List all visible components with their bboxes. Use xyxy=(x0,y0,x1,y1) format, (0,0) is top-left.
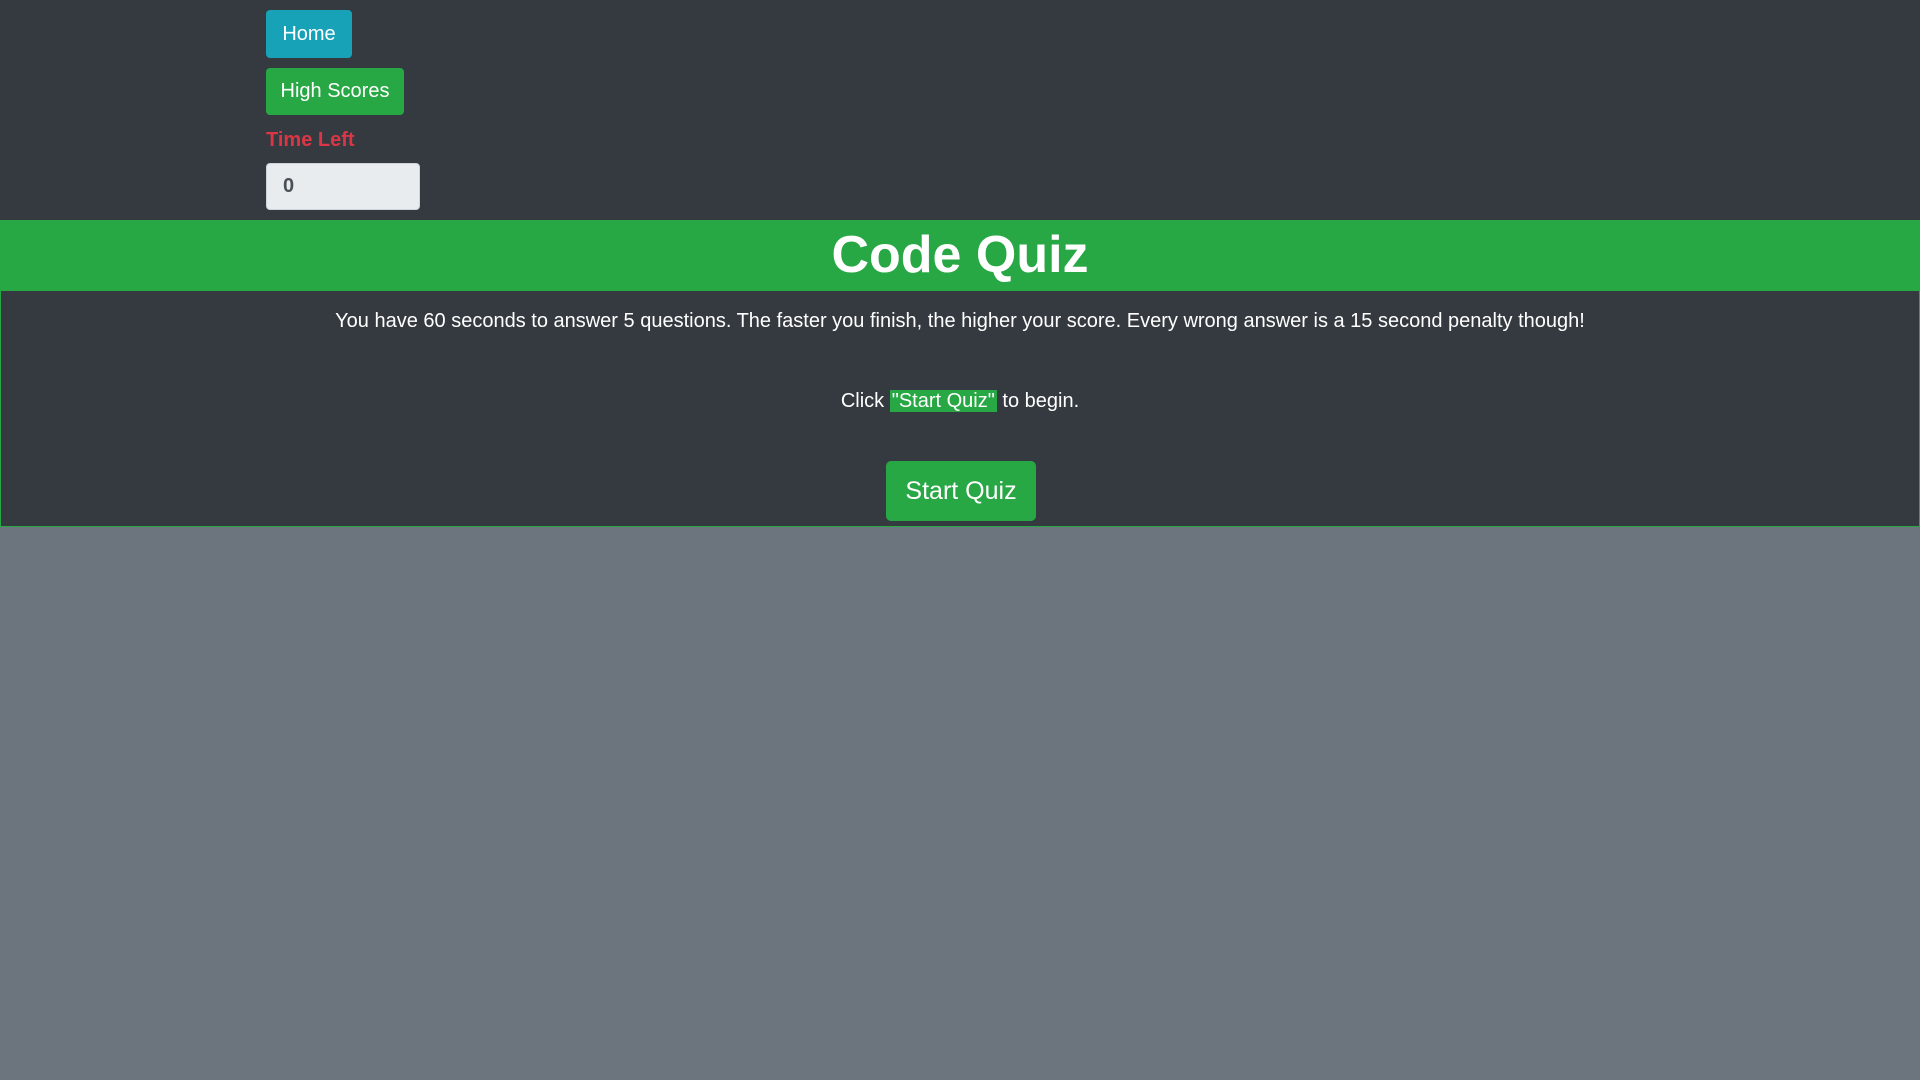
start-prompt-prefix: Click xyxy=(840,390,890,412)
start-prompt-highlight: "Start Quiz" xyxy=(889,390,997,412)
quiz-instructions: You have 60 seconds to answer 5 question… xyxy=(335,310,1585,332)
high-scores-button[interactable]: High Scores xyxy=(266,68,404,115)
page-title: Code Quiz xyxy=(831,226,1089,284)
start-prompt: Click "Start Quiz" to begin. xyxy=(1,386,1919,416)
title-banner: Code Quiz xyxy=(0,220,1920,291)
start-quiz-button[interactable]: Start Quiz xyxy=(886,461,1036,521)
top-navigation-bar: Home High Scores Time Left xyxy=(0,0,1920,220)
time-left-field[interactable] xyxy=(266,163,420,210)
start-prompt-suffix: to begin. xyxy=(996,390,1080,412)
time-left-label: Time Left xyxy=(266,129,355,151)
home-button[interactable]: Home xyxy=(266,10,352,58)
intro-panel: You have 60 seconds to answer 5 question… xyxy=(0,291,1920,527)
